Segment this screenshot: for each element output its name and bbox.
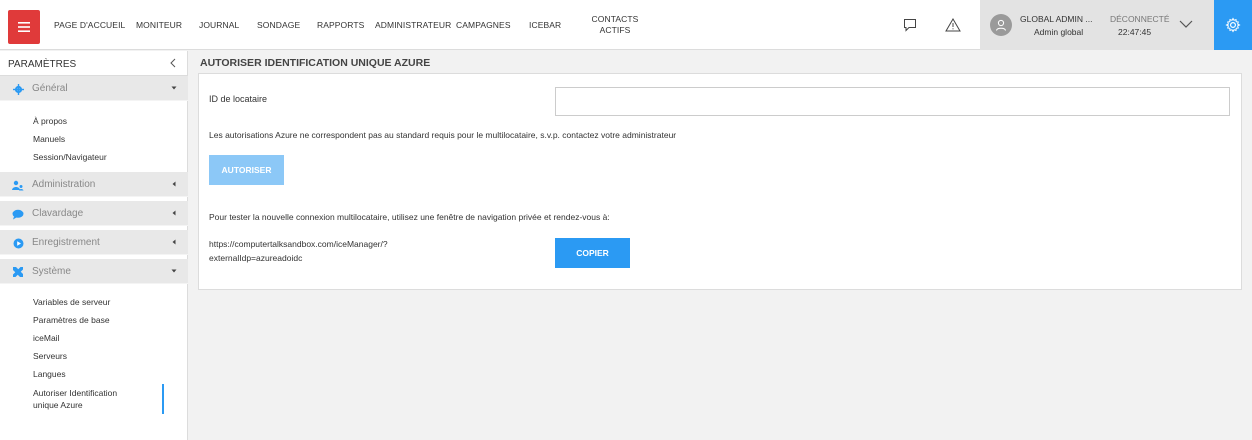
tenant-id-label: ID de locataire xyxy=(209,94,268,104)
chevron-left-icon xyxy=(170,58,176,68)
sidebar-item-langues[interactable]: Langues xyxy=(33,368,66,380)
sidebar-item-label-line2: unique Azure xyxy=(33,400,83,410)
cog-icon xyxy=(12,83,24,95)
sidebar-item-azure-sso[interactable]: Autoriser Identification unique Azure xyxy=(33,387,117,411)
sidebar-item-icemail[interactable]: iceMail xyxy=(33,332,59,344)
nav-journal[interactable]: JOURNAL xyxy=(199,0,239,50)
nav-contacts-line1: CONTACTS xyxy=(591,14,639,24)
section-label: Clavardage xyxy=(32,208,84,219)
login-url-line2: externalIdp=azureadoidc xyxy=(209,253,303,263)
user-role: Admin global xyxy=(1034,27,1084,37)
menu-button[interactable] xyxy=(8,10,40,44)
record-icon xyxy=(12,237,24,249)
copy-button[interactable]: COPIER xyxy=(555,238,630,268)
sidebar-item-a-propos[interactable]: À propos xyxy=(33,115,67,127)
sidebar-item-session-navigateur[interactable]: Session/Navigateur xyxy=(33,151,107,163)
sidebar-section-clavardage[interactable]: Clavardage xyxy=(0,201,188,226)
nav-administrateur[interactable]: ADMINISTRATEUR xyxy=(375,0,451,50)
users-icon xyxy=(12,179,24,191)
chevron-down-icon xyxy=(1179,20,1193,28)
warning-icon xyxy=(945,18,961,32)
test-instructions: Pour tester la nouvelle connexion multil… xyxy=(209,212,610,222)
nav-rapports[interactable]: RAPPORTS xyxy=(317,0,364,50)
section-label: Système xyxy=(32,266,71,277)
tenant-id-input[interactable] xyxy=(555,87,1230,116)
sidebar-section-administration[interactable]: Administration xyxy=(0,172,188,197)
user-menu-toggle[interactable] xyxy=(1178,16,1194,35)
caret-down-icon xyxy=(171,86,177,90)
agent-status: DÉCONNECTÉ xyxy=(1110,14,1170,24)
caret-left-icon xyxy=(172,181,176,187)
caret-down-icon xyxy=(171,269,177,273)
azure-warning-message: Les autorisations Azure ne correspondent… xyxy=(209,130,677,140)
chat-icon xyxy=(904,19,916,32)
login-url-line1: https://computertalksandbox.com/iceManag… xyxy=(209,239,388,249)
nav-contacts-actifs[interactable]: CONTACTS ACTIFS xyxy=(585,0,645,50)
chat-bubble-icon xyxy=(12,208,24,220)
sidebar-header: PARAMÈTRES xyxy=(0,51,188,76)
sidebar-section-enregistrement[interactable]: Enregistrement xyxy=(0,230,188,255)
chat-button[interactable] xyxy=(899,14,921,36)
settings-sidebar: PARAMÈTRES Général À propos Manuels Sess… xyxy=(0,51,188,440)
section-label: Administration xyxy=(32,179,96,190)
nav-campagnes[interactable]: CAMPAGNES xyxy=(456,0,511,50)
nav-page-accueil[interactable]: PAGE D'ACCUEIL xyxy=(54,0,125,50)
top-bar: PAGE D'ACCUEIL MONITEUR JOURNAL SONDAGE … xyxy=(0,0,1252,50)
user-name: GLOBAL ADMIN ... xyxy=(1020,14,1093,24)
nav-contacts-line2: ACTIFS xyxy=(599,25,631,35)
sidebar-item-parametres-base[interactable]: Paramètres de base xyxy=(33,314,110,326)
sidebar-title: PARAMÈTRES xyxy=(8,59,77,70)
nav-moniteur[interactable]: MONITEUR xyxy=(136,0,182,50)
nav-sondage[interactable]: SONDAGE xyxy=(257,0,300,50)
sidebar-item-variables-serveur[interactable]: Variables de serveur xyxy=(33,296,110,308)
section-label: Général xyxy=(32,83,68,94)
caret-left-icon xyxy=(172,239,176,245)
sidebar-item-manuels[interactable]: Manuels xyxy=(33,133,65,145)
hamburger-icon xyxy=(18,22,30,32)
section-label: Enregistrement xyxy=(32,237,100,248)
user-panel: GLOBAL ADMIN ... Admin global DÉCONNECTÉ… xyxy=(980,0,1214,50)
nav-icebar[interactable]: ICEBAR xyxy=(529,0,561,50)
active-item-indicator xyxy=(162,384,164,414)
settings-button[interactable] xyxy=(1214,0,1252,50)
status-timer: 22:47:45 xyxy=(1118,27,1152,37)
tools-icon xyxy=(12,266,24,278)
sidebar-collapse-button[interactable] xyxy=(168,57,178,72)
caret-left-icon xyxy=(172,210,176,216)
user-icon xyxy=(996,19,1006,31)
sidebar-item-serveurs[interactable]: Serveurs xyxy=(33,350,67,362)
avatar[interactable] xyxy=(990,14,1012,36)
sidebar-section-systeme[interactable]: Système xyxy=(0,259,188,284)
page-title: AUTORISER IDENTIFICATION UNIQUE AZURE xyxy=(200,57,431,69)
alerts-button[interactable] xyxy=(942,14,964,36)
sidebar-section-general[interactable]: Général xyxy=(0,76,188,101)
gear-icon xyxy=(1225,17,1241,33)
authorize-button[interactable]: AUTORISER xyxy=(209,155,284,185)
sidebar-item-label-line1: Autoriser Identification xyxy=(33,388,118,398)
azure-sso-panel: ID de locataire Les autorisations Azure … xyxy=(198,73,1242,290)
